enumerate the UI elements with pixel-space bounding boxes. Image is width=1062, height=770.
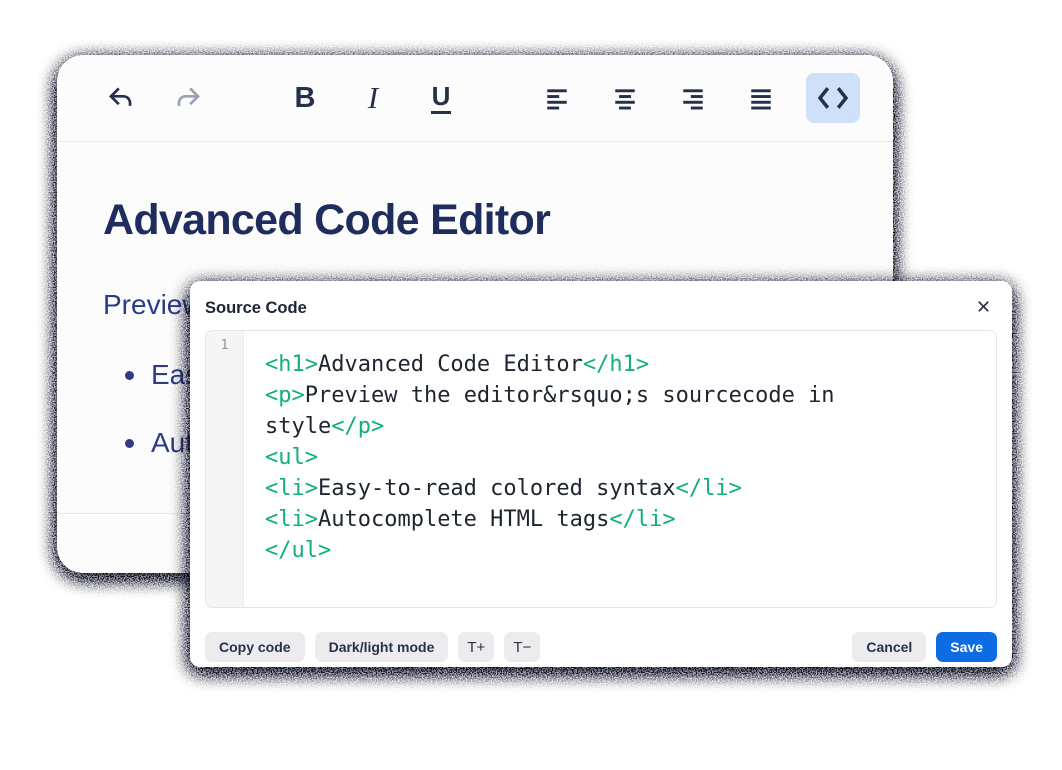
undo-icon [107, 86, 134, 110]
editor-toolbar: B I U [57, 55, 893, 142]
code-content[interactable]: <h1>Advanced Code Editor</h1><p>Preview … [244, 331, 996, 607]
code-row: </ul> [265, 535, 984, 566]
dialog-footer: Copy code Dark/light mode T+ T− Cancel S… [205, 632, 997, 662]
cancel-button[interactable]: Cancel [852, 632, 926, 662]
align-center-button[interactable] [602, 75, 648, 121]
dark-light-mode-button[interactable]: Dark/light mode [315, 632, 449, 662]
code-row: <li>Autocomplete HTML tags</li> [265, 504, 984, 535]
italic-button[interactable]: I [350, 75, 396, 121]
line-number: 1 [221, 338, 229, 353]
code-row: <ul> [265, 442, 984, 473]
underline-button[interactable]: U [418, 75, 464, 121]
page: B I U [0, 0, 1062, 770]
code-row: style</p> [265, 411, 984, 442]
align-right-icon [680, 85, 706, 111]
line-number-gutter: 1 [206, 331, 244, 607]
italic-icon: I [368, 80, 378, 116]
code-row: <li>Easy-to-read colored syntax</li> [265, 473, 984, 504]
close-icon [975, 298, 992, 318]
document-heading: Advanced Code Editor [103, 196, 847, 245]
code-row: <h1>Advanced Code Editor</h1> [265, 349, 984, 380]
bold-icon: B [295, 82, 316, 115]
dialog-title: Source Code [205, 299, 307, 318]
underline-icon: U [431, 83, 452, 114]
bullet-icon [125, 371, 134, 380]
justify-button[interactable] [738, 75, 784, 121]
redo-icon [175, 86, 202, 110]
source-code-dialog: Source Code 1 <h1>Advanced Code Editor</… [190, 281, 1012, 667]
code-row: <p>Preview the editor&rsquo;s sourcecode… [265, 380, 984, 411]
copy-code-button[interactable]: Copy code [205, 632, 305, 662]
source-code-button[interactable] [806, 73, 860, 123]
justify-icon [748, 85, 774, 111]
close-button[interactable] [969, 294, 997, 322]
text-size-decrease-button[interactable]: T− [504, 632, 540, 662]
text-size-increase-button[interactable]: T+ [458, 632, 494, 662]
align-right-button[interactable] [670, 75, 716, 121]
bullet-icon [125, 439, 134, 448]
align-center-icon [612, 85, 638, 111]
bold-button[interactable]: B [282, 75, 328, 121]
save-button[interactable]: Save [936, 632, 997, 662]
undo-button[interactable] [97, 75, 143, 121]
redo-button[interactable] [165, 75, 211, 121]
code-editor[interactable]: 1 <h1>Advanced Code Editor</h1><p>Previe… [205, 330, 997, 608]
dialog-header: Source Code [205, 293, 997, 323]
align-left-button[interactable] [534, 75, 580, 121]
align-left-icon [544, 85, 570, 111]
source-code-icon [816, 85, 850, 111]
